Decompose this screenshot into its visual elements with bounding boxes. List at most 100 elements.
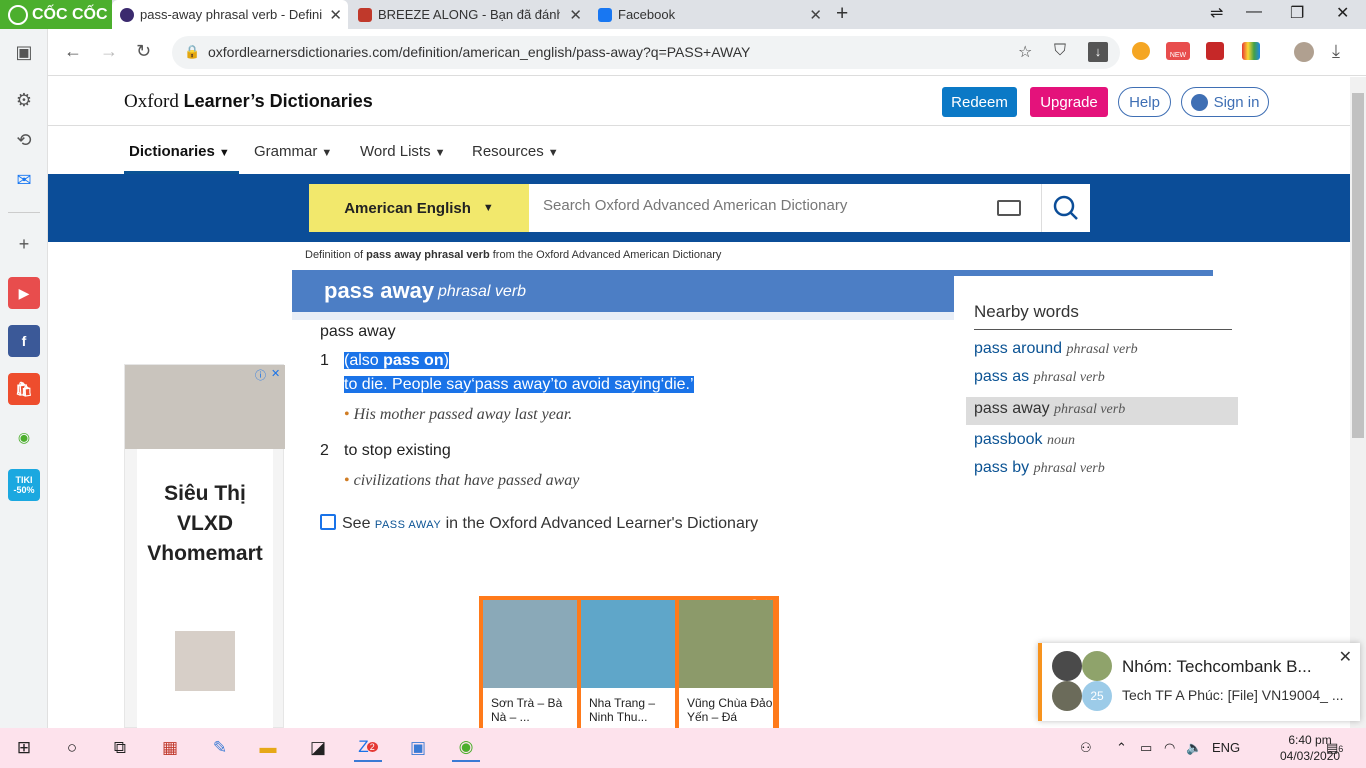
coccoc-taskbar-icon[interactable]: ◉ (452, 734, 480, 762)
nav-word-lists[interactable]: Word Lists ▼ (360, 143, 445, 160)
nearby-item[interactable]: passbook noun (974, 431, 1075, 449)
forward-icon[interactable]: → (100, 41, 118, 62)
sticky-app-icon[interactable]: ◪ (304, 734, 332, 762)
add-app-icon[interactable]: + (8, 229, 40, 259)
logo-bold-text: Learner’s Dictionaries (183, 91, 373, 111)
bookmark-star-icon[interactable]: ☆ (1018, 42, 1032, 62)
tiki-icon[interactable]: TIKI -50% (8, 469, 40, 501)
lock-icon[interactable]: 🔒 (184, 44, 200, 60)
tab-breeze-along[interactable]: BREEZE ALONG - Bạn đã đánh ✕ (350, 0, 588, 29)
tab-search-icon[interactable]: ⇌ (1210, 3, 1223, 23)
battery-icon[interactable]: ▭ (1140, 740, 1152, 756)
file-explorer-icon[interactable]: ▬ (254, 734, 282, 762)
coccoc-app-icon[interactable]: ◉ (8, 421, 40, 453)
back-icon[interactable]: ← (64, 41, 82, 62)
search-circle-icon[interactable]: ○ (58, 734, 86, 762)
sidebar-divider (8, 212, 40, 213)
downloads-icon[interactable]: ⤓ (1332, 41, 1340, 62)
paint-app-icon[interactable]: ✎ (206, 734, 234, 762)
messenger-icon[interactable]: ✉ (8, 165, 40, 195)
nav-dictionaries[interactable]: Dictionaries ▼ (129, 143, 230, 160)
oxford-logo[interactable]: Oxford Learner’s Dictionaries (124, 91, 373, 113)
keyboard-icon[interactable] (997, 200, 1021, 216)
nav-grammar[interactable]: Grammar ▼ (254, 143, 332, 160)
language-indicator[interactable]: ENG (1212, 740, 1240, 755)
minimize-icon[interactable]: — (1246, 3, 1262, 21)
browser-toolbar: ← → ↻ 🔒 oxfordlearnersdictionaries.com/d… (48, 29, 1366, 76)
scrollbar-thumb[interactable] (1352, 93, 1364, 438)
close-tab-icon[interactable]: ✕ (329, 6, 342, 24)
definition-breadcrumb: Definition of pass away phrasal verb fro… (305, 249, 721, 261)
nav-label: Grammar (254, 143, 318, 160)
new-tab-icon[interactable]: + (836, 2, 848, 26)
external-link-icon (320, 514, 336, 530)
browser-sidebar: ▣ ⚙ ⟲ ✉ + ▶ f 🛍 ◉ TIKI -50% (0, 29, 48, 728)
volume-icon[interactable]: 🔈 (1186, 740, 1202, 756)
nearby-item-current[interactable]: pass away phrasal verb (966, 397, 1238, 425)
ad-tile[interactable]: Sơn Trà – Bà Nà – ... (483, 600, 577, 728)
save-video-icon[interactable]: ↓ (1088, 42, 1108, 62)
left-ad[interactable]: ⓘ ✕ Siêu Thị VLXD Vhomemart (124, 364, 285, 728)
nearby-item[interactable]: pass by phrasal verb (974, 459, 1105, 477)
chat-notification[interactable]: 25 Nhóm: Techcombank B... Tech TF A Phúc… (1038, 643, 1360, 721)
upgrade-button[interactable]: Upgrade (1030, 87, 1108, 117)
profile-avatar-icon[interactable] (1294, 42, 1314, 62)
coccoc-menu-button[interactable]: CỐC CỐC (0, 0, 112, 29)
sense-number: 2 (320, 442, 329, 459)
sidebar-toggle-icon[interactable]: ▣ (8, 37, 40, 67)
calendar-app-icon[interactable]: ▦ (156, 734, 184, 762)
see-also-link[interactable]: See PASS AWAY in the Oxford Advanced Lea… (320, 514, 758, 533)
restore-icon[interactable]: ❐ (1290, 3, 1304, 23)
nearby-item[interactable]: pass around phrasal verb (974, 340, 1138, 358)
close-notification-icon[interactable]: ✕ (1339, 647, 1352, 667)
reload-icon[interactable]: ↻ (136, 41, 151, 62)
tab-facebook[interactable]: Facebook ✕ (590, 0, 828, 29)
youtube-icon[interactable]: ▶ (8, 277, 40, 309)
extension-color-icon[interactable] (1242, 42, 1260, 60)
ad-tile[interactable]: Nha Trang – Ninh Thu... (581, 600, 675, 728)
tiki-discount: -50% (13, 485, 35, 495)
example-sentence: • His mother passed away last year. (344, 406, 572, 424)
store-app-icon[interactable]: ▣ (404, 734, 432, 762)
signin-button[interactable]: Sign in (1181, 87, 1269, 117)
windows-start-icon[interactable]: ⊞ (10, 734, 38, 762)
see-headword[interactable]: PASS AWAY (375, 519, 441, 531)
bottom-ad[interactable]: ⓘ ✕ Sơn Trà – Bà Nà – ... Nha Trang – Ni… (479, 596, 779, 728)
wifi-icon[interactable]: ◠ (1164, 740, 1175, 756)
history-icon[interactable]: ⟲ (8, 125, 40, 155)
ad-info-icon[interactable]: ⓘ (255, 367, 266, 383)
close-tab-icon[interactable]: ✕ (809, 6, 822, 24)
close-window-icon[interactable]: ✕ (1336, 3, 1349, 23)
shopee-icon[interactable]: 🛍 (8, 373, 40, 405)
tab-oxford[interactable]: pass-away phrasal verb - Definition ✕ (112, 0, 348, 29)
redeem-button[interactable]: Redeem (942, 87, 1017, 117)
facebook-icon[interactable]: f (8, 325, 40, 357)
help-button[interactable]: Help (1118, 87, 1171, 117)
user-icon (1190, 93, 1208, 111)
dictionary-select[interactable]: American English ▼ (309, 184, 529, 232)
extension-new-icon[interactable]: NEW (1166, 42, 1190, 60)
also-bold[interactable]: pass on (383, 352, 443, 369)
task-view-icon[interactable]: ⧉ (106, 734, 134, 762)
nav-resources[interactable]: Resources ▼ (472, 143, 559, 160)
settings-icon[interactable]: ⚙ (8, 85, 40, 115)
extension-red-icon[interactable] (1206, 42, 1224, 60)
ad-tile[interactable]: Vũng Chùa Đảo Yến – Đá (679, 600, 773, 728)
extension-new-badge: NEW (1169, 52, 1187, 59)
people-icon[interactable]: ⚇ (1080, 740, 1092, 756)
zalo-app-icon[interactable]: Z2 (354, 734, 382, 762)
close-tab-icon[interactable]: ✕ (569, 6, 582, 24)
search-input[interactable] (543, 197, 963, 214)
ad-card[interactable]: Siêu Thị VLXD Vhomemart (137, 449, 273, 728)
address-bar[interactable]: 🔒 oxfordlearnersdictionaries.com/definit… (172, 36, 1120, 69)
notification-title: Nhóm: Techcombank B... (1122, 657, 1312, 676)
action-center-icon[interactable]: ▤6 (1326, 740, 1343, 756)
ad-close-icon[interactable]: ✕ (271, 367, 280, 380)
page-scrollbar[interactable] (1350, 77, 1366, 728)
tray-chevron-icon[interactable]: ⌃ (1116, 740, 1127, 756)
nearby-item[interactable]: pass as phrasal verb (974, 368, 1105, 386)
extension-ring-icon[interactable] (1132, 42, 1150, 60)
search-button[interactable] (1041, 184, 1090, 232)
ad-thumbnail[interactable] (175, 631, 235, 691)
adblock-shield-icon[interactable]: ⛉ (1054, 42, 1066, 60)
